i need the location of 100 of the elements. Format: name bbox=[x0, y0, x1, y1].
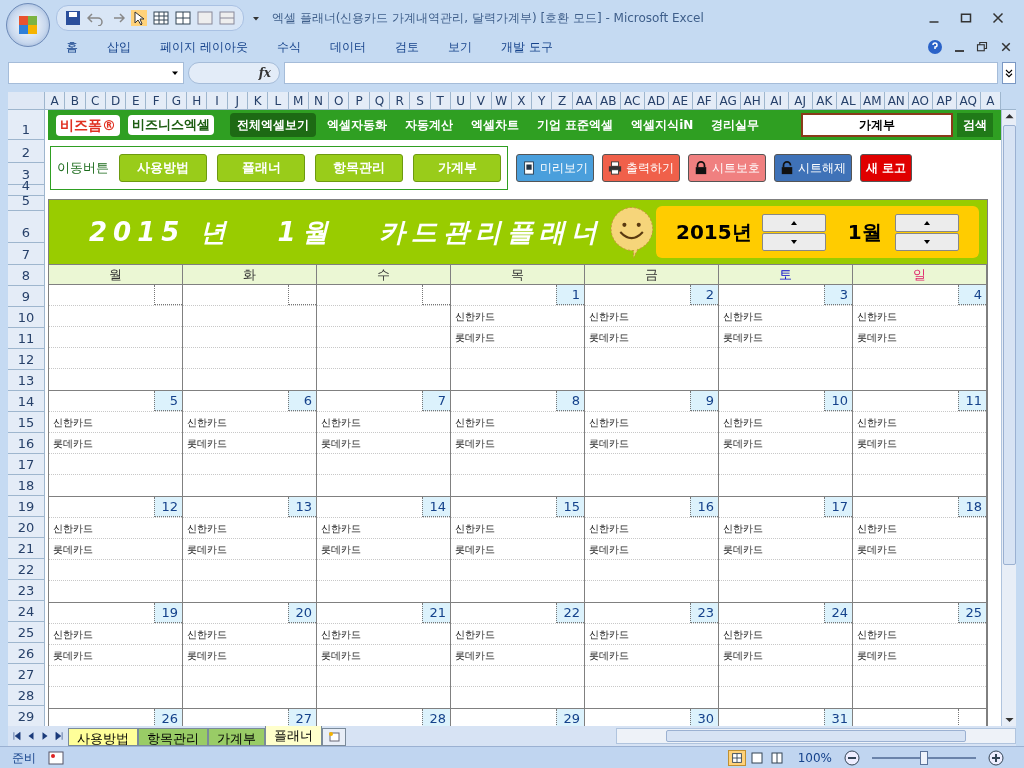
column-header[interactable]: E bbox=[126, 92, 147, 109]
column-header[interactable]: X bbox=[511, 92, 533, 109]
column-header[interactable]: AA bbox=[572, 92, 597, 109]
row-header[interactable]: 10 bbox=[8, 307, 44, 328]
row-header[interactable]: 17 bbox=[8, 454, 44, 475]
ribbon-tab[interactable]: 삽입 bbox=[107, 38, 131, 56]
column-header[interactable]: AE bbox=[668, 92, 693, 109]
column-header[interactable]: AI bbox=[764, 92, 789, 109]
column-header[interactable]: AD bbox=[644, 92, 669, 109]
row-header[interactable]: 8 bbox=[8, 265, 44, 286]
action-button[interactable]: 새 로고 bbox=[860, 154, 913, 182]
row-header[interactable]: 16 bbox=[8, 433, 44, 454]
ribbon-tab[interactable]: 검토 bbox=[394, 38, 419, 56]
formula-input[interactable] bbox=[284, 62, 998, 84]
row-header[interactable]: 20 bbox=[8, 517, 44, 538]
spin-down-button[interactable] bbox=[895, 232, 959, 251]
column-header[interactable]: AJ bbox=[788, 92, 813, 109]
column-header[interactable]: Q bbox=[369, 92, 391, 109]
ribbon-tab[interactable]: 보기 bbox=[447, 38, 472, 56]
column-header[interactable]: AP bbox=[932, 92, 957, 109]
row-header[interactable]: 7 bbox=[8, 243, 44, 265]
column-header[interactable]: S bbox=[410, 92, 431, 109]
row-header[interactable]: 21 bbox=[8, 538, 44, 559]
column-header[interactable]: AG bbox=[716, 92, 741, 109]
column-header[interactable]: H bbox=[187, 92, 208, 109]
column-header[interactable]: Y bbox=[532, 92, 553, 109]
ribbon-tab[interactable]: 개발 도구 bbox=[500, 38, 553, 56]
column-header[interactable]: AO bbox=[908, 92, 933, 109]
column-header[interactable]: AC bbox=[620, 92, 645, 109]
select-all-corner[interactable] bbox=[8, 92, 45, 109]
ribbon-tab[interactable]: 홈 bbox=[66, 38, 78, 56]
column-header[interactable]: G bbox=[166, 92, 188, 109]
sheet-tab[interactable]: 가계부 bbox=[208, 728, 265, 746]
column-header[interactable]: I bbox=[207, 92, 228, 109]
row-header[interactable]: 14 bbox=[8, 391, 44, 412]
spin-up-button[interactable] bbox=[761, 213, 826, 232]
column-header[interactable]: N bbox=[308, 92, 330, 109]
row-header[interactable]: 1 bbox=[8, 110, 44, 140]
row-header[interactable]: 23 bbox=[8, 580, 44, 601]
row-header[interactable]: 25 bbox=[8, 622, 44, 643]
horizontal-scrollbar[interactable] bbox=[616, 728, 1016, 744]
scrollbar-thumb[interactable] bbox=[1002, 125, 1016, 565]
site-logo[interactable]: 비즈니스엑셀 bbox=[128, 115, 214, 135]
column-header[interactable]: T bbox=[430, 92, 451, 109]
column-header[interactable]: O bbox=[329, 92, 350, 109]
zoom-level[interactable]: 100% bbox=[797, 748, 832, 767]
zoom-slider-thumb[interactable] bbox=[920, 750, 928, 765]
action-button[interactable]: 시트해제 bbox=[774, 154, 852, 182]
insert-function-button[interactable]: fx bbox=[188, 62, 280, 84]
column-header[interactable]: AK bbox=[812, 92, 837, 109]
column-header[interactable]: F bbox=[146, 92, 167, 109]
row-header[interactable]: 13 bbox=[8, 370, 44, 391]
column-header[interactable]: AF bbox=[692, 92, 717, 109]
site-logo[interactable]: 비즈폼® bbox=[56, 114, 120, 136]
column-header[interactable]: K bbox=[247, 92, 269, 109]
office-button[interactable] bbox=[6, 3, 50, 47]
name-box[interactable] bbox=[8, 62, 184, 84]
row-header[interactable]: 24 bbox=[8, 601, 44, 622]
row-header[interactable]: 2 bbox=[8, 140, 44, 163]
sheet-tab[interactable]: 플래너 bbox=[265, 726, 322, 746]
row-header[interactable]: 18 bbox=[8, 475, 44, 496]
row-header[interactable]: 28 bbox=[8, 685, 44, 706]
column-header[interactable]: R bbox=[390, 92, 411, 109]
column-header[interactable]: L bbox=[268, 92, 289, 109]
column-header[interactable]: U bbox=[450, 92, 472, 109]
column-header[interactable]: M bbox=[288, 92, 309, 109]
row-header[interactable]: 5 bbox=[8, 196, 44, 211]
row-header[interactable]: 15 bbox=[8, 412, 44, 433]
row-header[interactable]: 19 bbox=[8, 496, 44, 517]
column-header[interactable]: V bbox=[471, 92, 492, 109]
nav-link[interactable]: 전체엑셀보기 bbox=[230, 113, 316, 137]
sheet-tab[interactable]: 사용방법 bbox=[68, 728, 138, 746]
column-header[interactable]: AN bbox=[884, 92, 909, 109]
column-header[interactable]: AQ bbox=[956, 92, 981, 109]
column-header[interactable]: AH bbox=[740, 92, 765, 109]
column-header[interactable]: C bbox=[85, 92, 106, 109]
ribbon-tab[interactable]: 페이지 레이아웃 bbox=[160, 38, 248, 56]
row-header[interactable]: 9 bbox=[8, 286, 44, 307]
spin-down-button[interactable] bbox=[761, 232, 826, 251]
column-header[interactable]: AL bbox=[836, 92, 861, 109]
column-header[interactable]: P bbox=[349, 92, 370, 109]
row-header[interactable]: 6 bbox=[8, 211, 44, 243]
row-header[interactable]: 22 bbox=[8, 559, 44, 580]
row-header[interactable]: 26 bbox=[8, 643, 44, 664]
ribbon-tab[interactable]: 수식 bbox=[276, 38, 301, 56]
column-header[interactable]: Z bbox=[552, 92, 573, 109]
zoom-slider[interactable] bbox=[872, 750, 976, 765]
ribbon-tab[interactable]: 데이터 bbox=[329, 38, 366, 56]
search-button[interactable]: 검색 bbox=[957, 113, 993, 137]
column-header[interactable]: A bbox=[45, 92, 66, 109]
row-header[interactable]: 27 bbox=[8, 664, 44, 685]
column-header[interactable]: AM bbox=[860, 92, 885, 109]
row-header[interactable]: 12 bbox=[8, 349, 44, 370]
sheet-tab[interactable]: 항목관리 bbox=[138, 728, 208, 746]
search-field[interactable]: 가계부 bbox=[801, 113, 953, 137]
column-header[interactable]: B bbox=[65, 92, 86, 109]
column-header[interactable]: AB bbox=[596, 92, 621, 109]
column-header[interactable]: D bbox=[105, 92, 127, 109]
column-header[interactable]: J bbox=[227, 92, 248, 109]
column-header[interactable]: A bbox=[980, 92, 1001, 109]
